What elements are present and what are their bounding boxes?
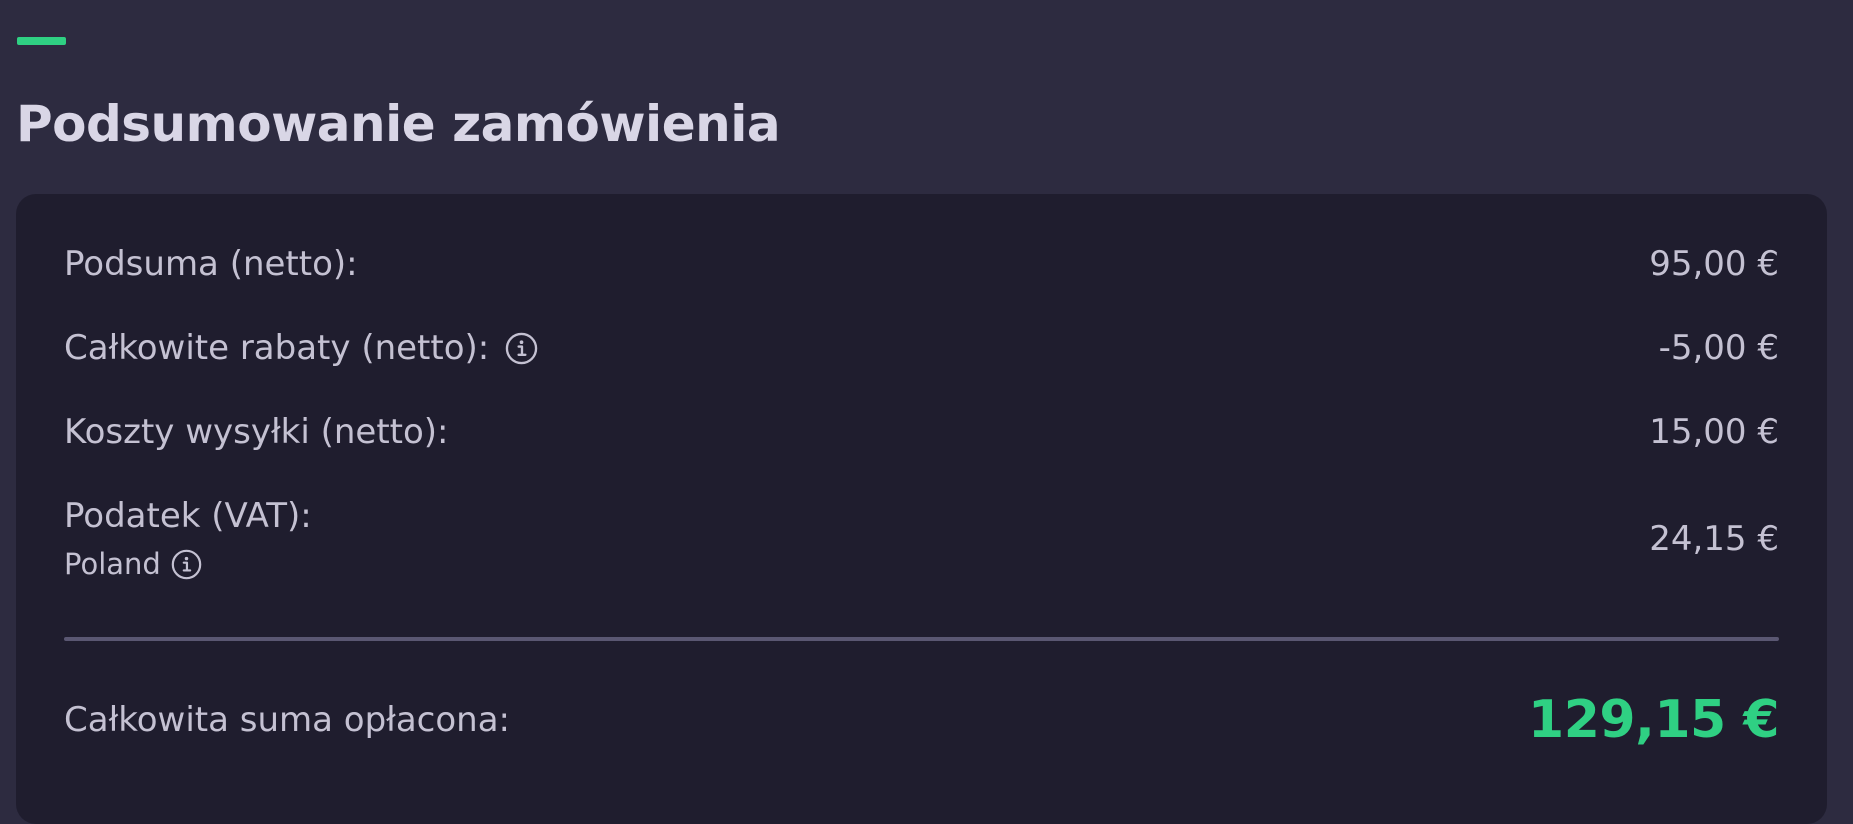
tax-label: Podatek (VAT): (64, 496, 312, 536)
tax-label-group: Podatek (VAT): Poland (64, 496, 312, 582)
discounts-label-group: Całkowite rabaty (netto): (64, 328, 538, 368)
shipping-row: Koszty wysyłki (netto): 15,00 € (64, 412, 1779, 452)
title-accent-bar (17, 37, 66, 45)
order-summary-card: Podsuma (netto): 95,00 € Całkowite rabat… (16, 194, 1827, 824)
tax-country-group: Poland (64, 546, 312, 582)
tax-value: 24,15 € (1649, 519, 1779, 559)
summary-divider (64, 637, 1779, 641)
discounts-info-icon[interactable] (505, 332, 538, 365)
page-title: Podsumowanie zamówienia (16, 95, 781, 153)
total-label: Całkowita suma opłacona: (64, 700, 510, 740)
discounts-row: Całkowite rabaty (netto): -5,00 € (64, 328, 1779, 368)
subtotal-value: 95,00 € (1649, 244, 1779, 284)
shipping-value: 15,00 € (1649, 412, 1779, 452)
discounts-value: -5,00 € (1658, 328, 1779, 368)
tax-info-icon[interactable] (171, 549, 202, 580)
tax-country: Poland (64, 547, 161, 581)
shipping-label: Koszty wysyłki (netto): (64, 412, 449, 452)
subtotal-row: Podsuma (netto): 95,00 € (64, 244, 1779, 284)
subtotal-label: Podsuma (netto): (64, 244, 358, 284)
discounts-label: Całkowite rabaty (netto): (64, 328, 490, 368)
total-row: Całkowita suma opłacona: 129,15 € (64, 690, 1779, 750)
total-value: 129,15 € (1528, 690, 1779, 750)
tax-row: Podatek (VAT): Poland 24,15 € (64, 496, 1779, 582)
